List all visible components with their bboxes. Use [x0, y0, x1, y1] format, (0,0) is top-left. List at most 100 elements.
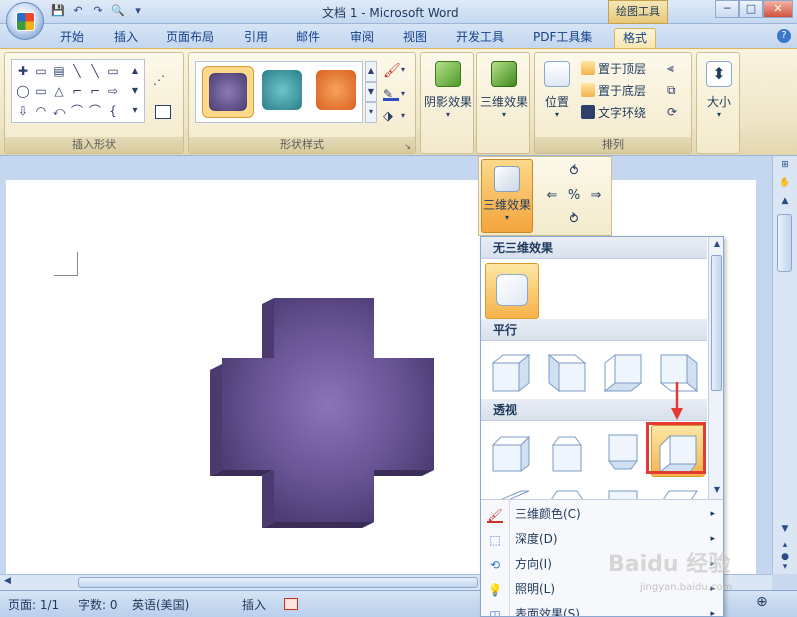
minimize-button[interactable]: ─: [715, 0, 739, 18]
dropdown-scrollbar[interactable]: ▲ ▼: [708, 237, 723, 499]
change-shape-dropdown-icon[interactable]: ▾: [401, 111, 405, 120]
scroll-down-icon[interactable]: ▼: [778, 524, 792, 536]
shape-fill-dropdown-icon[interactable]: ▾: [401, 65, 405, 74]
status-page[interactable]: 页面: 1/1: [8, 596, 59, 613]
menu-surface[interactable]: ◫ 表面效果(S) ▸: [481, 602, 723, 616]
gallery-up-icon[interactable]: ▲: [128, 64, 142, 78]
maximize-button[interactable]: □: [739, 0, 763, 18]
tab-mailings[interactable]: 邮件: [296, 28, 320, 48]
size-button[interactable]: ⬍ 大小 ▾: [699, 61, 739, 119]
shadow-effects-button[interactable]: 阴影效果 ▾: [423, 61, 473, 119]
next-page-icon[interactable]: ▾: [778, 562, 792, 574]
curve-shape-icon[interactable]: ⌒: [88, 104, 102, 118]
office-button[interactable]: [6, 2, 44, 40]
perspective-option-8[interactable]: [653, 481, 705, 501]
brace-shape-icon[interactable]: {: [106, 104, 120, 118]
styles-gallery-down-icon[interactable]: ▼: [365, 81, 377, 103]
tab-home[interactable]: 开始: [60, 28, 84, 48]
style-swatch-teal[interactable]: [262, 70, 302, 110]
close-button[interactable]: ✕: [763, 0, 793, 18]
help-icon[interactable]: ?: [777, 29, 791, 43]
tab-developer[interactable]: 开发工具: [456, 28, 504, 48]
perspective-option-7[interactable]: [597, 481, 649, 501]
shape-outline-icon[interactable]: ✎: [383, 87, 399, 101]
shape-outline-dropdown-icon[interactable]: ▾: [401, 89, 405, 98]
tab-page-layout[interactable]: 页面布局: [166, 28, 214, 48]
style-swatch-orange[interactable]: [316, 70, 356, 110]
tab-references[interactable]: 引用: [244, 28, 268, 48]
oval-shape-icon[interactable]: ◯: [16, 84, 30, 98]
3d-effects-button[interactable]: 三维效果 ▾: [481, 159, 533, 233]
shape-fill-icon[interactable]: 🖌: [383, 63, 401, 79]
gallery-down-icon[interactable]: ▼: [128, 84, 142, 98]
save-icon[interactable]: 💾: [50, 3, 66, 19]
line-shape-icon[interactable]: ╲: [70, 64, 84, 78]
cross-shape-icon[interactable]: ✚: [16, 64, 30, 78]
status-language[interactable]: 英语(美国): [132, 596, 189, 613]
parallel-option-3[interactable]: [597, 345, 649, 397]
horizontal-scroll-thumb[interactable]: [78, 577, 478, 588]
elbow-connector-icon[interactable]: ⌐: [70, 84, 84, 98]
ribbon-3d-effects-button[interactable]: 三维效果 ▾: [479, 61, 529, 119]
perspective-option-6[interactable]: [541, 481, 593, 501]
rounded-rect-icon[interactable]: ▭: [34, 84, 48, 98]
3d-toggle-icon[interactable]: %: [565, 187, 583, 205]
ruler-toggle-icon[interactable]: ⊞: [778, 160, 792, 172]
3d-cross-shape[interactable]: [206, 298, 446, 538]
triangle-shape-icon[interactable]: △: [52, 84, 66, 98]
tilt-up-icon[interactable]: ⥀: [565, 163, 583, 181]
text-wrap-button[interactable]: 文字环绕: [581, 103, 646, 123]
dropdown-scroll-up-icon[interactable]: ▲: [711, 239, 723, 248]
styles-gallery-more-icon[interactable]: ▾: [365, 102, 377, 124]
tilt-right-icon[interactable]: ⇒: [587, 187, 605, 205]
status-words[interactable]: 字数: 0: [78, 596, 118, 613]
cloud-shape-icon[interactable]: ◠: [34, 104, 48, 118]
tab-review[interactable]: 审阅: [350, 28, 374, 48]
gallery-more-icon[interactable]: ▾: [128, 104, 142, 118]
shape-styles-gallery[interactable]: [195, 61, 363, 123]
parallel-option-1[interactable]: [485, 345, 537, 397]
textbox-shape-icon[interactable]: ▭: [34, 64, 48, 78]
tab-view[interactable]: 视图: [403, 28, 427, 48]
tilt-left-icon[interactable]: ⇐: [543, 187, 561, 205]
arrow-line-icon[interactable]: ╲: [88, 64, 102, 78]
vertical-scrollbar[interactable]: ⊞ ✋ ▲ ▼ ▴ ● ▾: [772, 156, 797, 574]
tab-pdf-tools[interactable]: PDF工具集: [533, 28, 592, 48]
scroll-left-icon[interactable]: ◀: [4, 576, 11, 586]
prev-page-icon[interactable]: ▴: [778, 540, 792, 552]
print-preview-icon[interactable]: 🔍: [110, 3, 126, 19]
draw-textbox-icon[interactable]: [155, 105, 171, 119]
lightning-shape-icon[interactable]: ⤺: [52, 104, 66, 118]
menu-3d-color[interactable]: 🖌 三维颜色(C) ▸: [481, 502, 723, 527]
dropdown-scroll-down-icon[interactable]: ▼: [711, 485, 723, 494]
status-insert-mode[interactable]: 插入: [242, 596, 266, 613]
undo-icon[interactable]: ↶: [70, 3, 86, 19]
customize-qat-icon[interactable]: ▾: [130, 3, 146, 19]
tilt-down-icon[interactable]: ⥁: [565, 211, 583, 229]
perspective-option-2[interactable]: [541, 425, 593, 477]
styles-gallery-up-icon[interactable]: ▲: [365, 61, 377, 82]
arc-shape-icon[interactable]: ⌒: [70, 104, 84, 118]
style-swatch-selected-frame[interactable]: [202, 66, 254, 118]
zoom-in-icon[interactable]: ⊕: [756, 594, 768, 610]
tab-format[interactable]: 格式: [614, 28, 657, 48]
perspective-option-3[interactable]: [597, 425, 649, 477]
align-icon[interactable]: ⫷: [667, 61, 674, 76]
dialog-launcher-icon[interactable]: ↘: [404, 142, 411, 151]
perspective-option-1[interactable]: [485, 425, 537, 477]
vertical-textbox-icon[interactable]: ▤: [52, 64, 66, 78]
right-arrow-icon[interactable]: ⇨: [106, 84, 120, 98]
perspective-option-5[interactable]: [485, 481, 537, 501]
redo-icon[interactable]: ↷: [90, 3, 106, 19]
down-arrow-icon[interactable]: ⇩: [16, 104, 30, 118]
group-objects-icon[interactable]: ⧉: [667, 83, 676, 98]
dropdown-scroll-thumb[interactable]: [711, 255, 722, 391]
send-to-back-button[interactable]: 置于底层: [581, 81, 646, 101]
shapes-gallery[interactable]: ✚ ▭ ▤ ╲ ╲ ▭ ◯ ▭ △ ⌐ ⌐ ⇨ ⇩ ◠ ⤺ ⌒ ⌒ { ▲ ▼ …: [11, 59, 145, 123]
macro-record-icon[interactable]: [284, 598, 298, 610]
change-shape-icon[interactable]: ⬗: [383, 109, 393, 124]
parallel-option-2[interactable]: [541, 345, 593, 397]
hand-icon[interactable]: ✋: [778, 178, 792, 190]
vertical-scroll-thumb[interactable]: [777, 214, 792, 272]
elbow-arrow-icon[interactable]: ⌐: [88, 84, 102, 98]
